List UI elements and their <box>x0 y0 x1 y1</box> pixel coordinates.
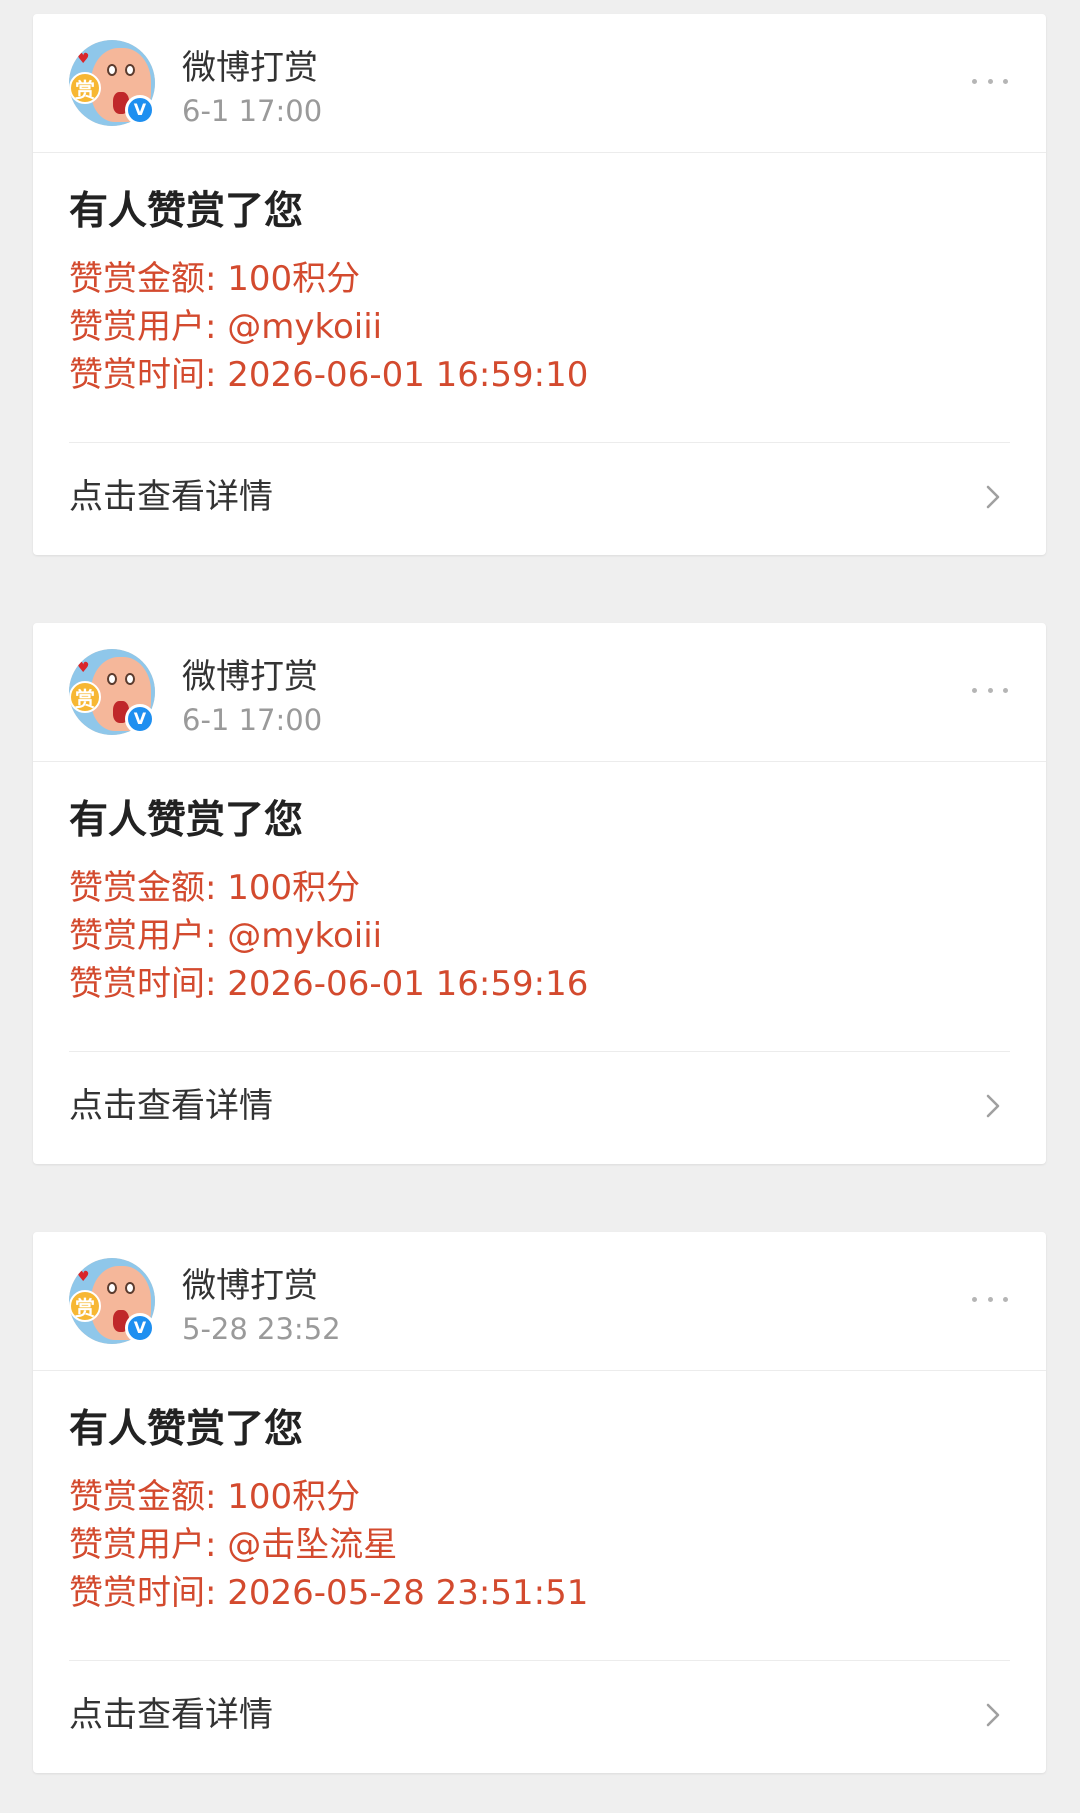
more-options-button[interactable] <box>970 675 1010 705</box>
verified-badge-icon: V <box>125 704 155 734</box>
heart-icon: ♥ <box>77 51 90 67</box>
view-details-label: 点击查看详情 <box>69 1695 273 1735</box>
reward-notification-card: ♥ 赏 V 微博打赏 6-1 17:00 有人赞赏了您 赞赏金额: 100积分 … <box>33 623 1046 1164</box>
more-dot <box>1003 687 1008 693</box>
chevron-right-icon <box>986 1703 1000 1727</box>
card-header: ♥ 赏 V 微博打赏 6-1 17:00 <box>33 14 1046 153</box>
verified-badge-icon: V <box>125 95 155 125</box>
view-details-label: 点击查看详情 <box>69 477 273 517</box>
card-header: ♥ 赏 V 微博打赏 5-28 23:52 <box>33 1232 1046 1371</box>
sender-name[interactable]: 微博打赏 <box>182 48 318 88</box>
more-dot <box>987 78 993 84</box>
more-horizontal-icon <box>972 1296 977 1302</box>
heart-icon: ♥ <box>77 1269 90 1285</box>
chevron-right-icon <box>986 485 1000 509</box>
chevron-right-icon <box>986 1094 1000 1118</box>
more-dot <box>1003 78 1008 84</box>
heart-icon: ♥ <box>77 660 90 676</box>
card-body: 有人赞赏了您 赞赏金额: 100积分 赞赏用户: @mykoiii 赞赏时间: … <box>33 762 1046 1052</box>
reward-time: 赞赏时间: 2026-05-28 23:51:51 <box>69 1573 589 1613</box>
avatar[interactable]: ♥ 赏 V <box>69 649 155 735</box>
reward-user[interactable]: 赞赏用户: @mykoiii <box>69 914 382 958</box>
reward-badge: 赏 <box>69 72 101 104</box>
more-options-button[interactable] <box>970 66 1010 96</box>
notification-heading: 有人赞赏了您 <box>69 189 304 234</box>
reward-time: 赞赏时间: 2026-06-01 16:59:16 <box>69 964 589 1004</box>
post-time: 6-1 17:00 <box>182 94 323 128</box>
notification-heading: 有人赞赏了您 <box>69 798 304 843</box>
reward-amount: 赞赏金额: 100积分 <box>69 259 361 299</box>
post-time: 5-28 23:52 <box>182 1312 341 1346</box>
card-header: ♥ 赏 V 微博打赏 6-1 17:00 <box>33 623 1046 762</box>
more-dot <box>1003 1296 1008 1302</box>
notification-heading: 有人赞赏了您 <box>69 1407 304 1452</box>
more-dot <box>987 687 993 693</box>
reward-badge: 赏 <box>69 1290 101 1322</box>
sender-name[interactable]: 微博打赏 <box>182 1266 318 1306</box>
post-time: 6-1 17:00 <box>182 703 323 737</box>
more-horizontal-icon <box>972 687 977 693</box>
avatar[interactable]: ♥ 赏 V <box>69 1258 155 1344</box>
more-dot <box>987 1296 993 1302</box>
verified-badge-icon: V <box>125 1313 155 1343</box>
view-details-label: 点击查看详情 <box>69 1086 273 1126</box>
avatar[interactable]: ♥ 赏 V <box>69 40 155 126</box>
card-body: 有人赞赏了您 赞赏金额: 100积分 赞赏用户: @mykoiii 赞赏时间: … <box>33 153 1046 443</box>
reward-badge: 赏 <box>69 681 101 713</box>
view-details-row[interactable]: 点击查看详情 <box>33 1052 1046 1162</box>
view-details-row[interactable]: 点击查看详情 <box>33 1661 1046 1771</box>
reward-time: 赞赏时间: 2026-06-01 16:59:10 <box>69 355 589 395</box>
reward-amount: 赞赏金额: 100积分 <box>69 1477 361 1517</box>
more-options-button[interactable] <box>970 1284 1010 1314</box>
reward-notification-card: ♥ 赏 V 微博打赏 5-28 23:52 有人赞赏了您 赞赏金额: 100积分… <box>33 1232 1046 1773</box>
view-details-row[interactable]: 点击查看详情 <box>33 443 1046 553</box>
reward-user[interactable]: 赞赏用户: @mykoiii <box>69 305 382 349</box>
notification-feed: ♥ 赏 V 微博打赏 6-1 17:00 有人赞赏了您 赞赏金额: 100积分 … <box>0 0 1080 1813</box>
reward-user[interactable]: 赞赏用户: @击坠流星 <box>69 1523 397 1567</box>
card-body: 有人赞赏了您 赞赏金额: 100积分 赞赏用户: @击坠流星 赞赏时间: 202… <box>33 1371 1046 1661</box>
reward-amount: 赞赏金额: 100积分 <box>69 868 361 908</box>
reward-notification-card: ♥ 赏 V 微博打赏 6-1 17:00 有人赞赏了您 赞赏金额: 100积分 … <box>33 14 1046 555</box>
more-horizontal-icon <box>972 78 977 84</box>
sender-name[interactable]: 微博打赏 <box>182 657 318 697</box>
